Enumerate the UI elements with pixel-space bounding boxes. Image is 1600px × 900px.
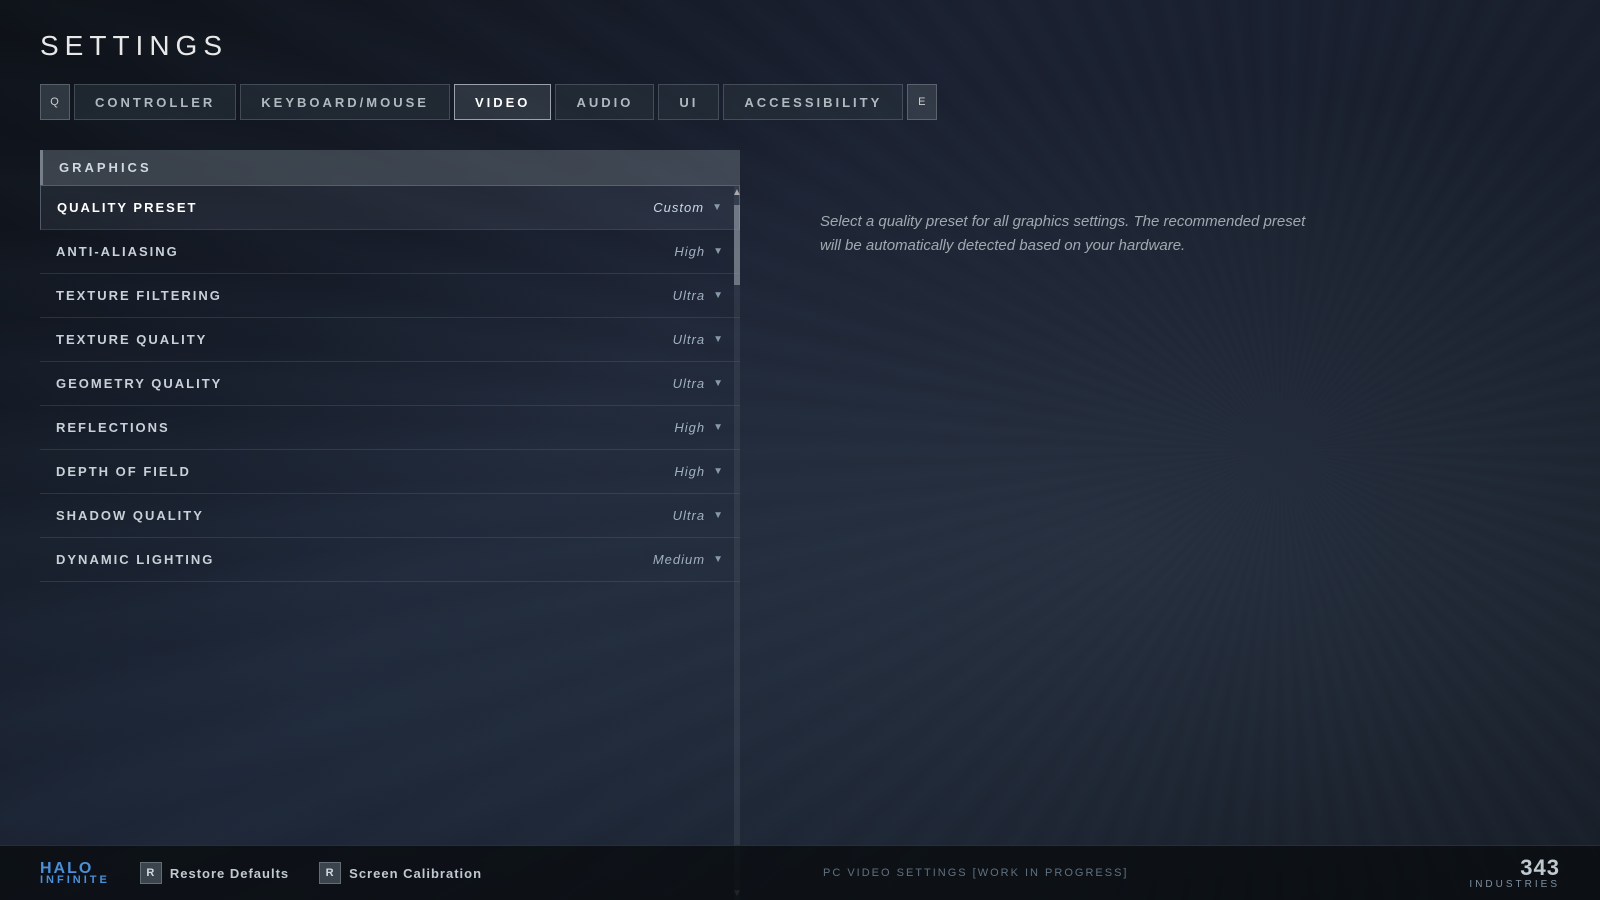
studio-sub: INDUSTRIES — [1469, 879, 1560, 890]
quality-preset-label: QUALITY PRESET — [57, 200, 197, 215]
restore-label: Restore Defaults — [170, 866, 289, 881]
texture-quality-value: Ultra ▼ — [673, 332, 724, 347]
shadow-quality-arrow: ▼ — [713, 510, 724, 521]
halo-logo-line2: INFINITE — [40, 875, 110, 886]
bottom-bar: HALO INFINITE R Restore Defaults R Scree… — [0, 845, 1600, 900]
scroll-up-arrow[interactable]: ▲ — [730, 185, 740, 199]
depth-of-field-value: High ▼ — [674, 464, 724, 479]
dynamic-lighting-value: Medium ▼ — [653, 552, 724, 567]
setting-reflections[interactable]: REFLECTIONS High ▼ — [40, 406, 740, 450]
bottom-actions: R Restore Defaults R Screen Calibration — [140, 862, 482, 884]
screen-calibration-action[interactable]: R Screen Calibration — [319, 862, 482, 884]
texture-filtering-value: Ultra ▼ — [673, 288, 724, 303]
dynamic-lighting-label: DYNAMIC LIGHTING — [56, 552, 214, 567]
bottom-left: HALO INFINITE R Restore Defaults R Scree… — [40, 861, 482, 886]
shadow-quality-value: Ultra ▼ — [673, 508, 724, 523]
description-panel: Select a quality preset for all graphics… — [800, 150, 1560, 900]
graphics-header: GRAPHICS — [40, 150, 740, 185]
texture-filtering-label: TEXTURE FILTERING — [56, 288, 222, 303]
quality-preset-arrow: ▼ — [712, 202, 723, 213]
anti-aliasing-value: High ▼ — [674, 244, 724, 259]
tab-audio[interactable]: AUDIO — [555, 84, 654, 120]
bottom-right: 343 INDUSTRIES — [1469, 857, 1560, 890]
description-text: Select a quality preset for all graphics… — [820, 210, 1320, 258]
quality-preset-value: Custom ▼ — [653, 200, 723, 215]
shadow-quality-label: SHADOW QUALITY — [56, 508, 204, 523]
tab-nav-right[interactable]: E — [907, 84, 937, 120]
depth-of-field-arrow: ▼ — [713, 466, 724, 477]
setting-anti-aliasing[interactable]: ANTI-ALIASING High ▼ — [40, 230, 740, 274]
dynamic-lighting-arrow: ▼ — [713, 554, 724, 565]
reflections-value: High ▼ — [674, 420, 724, 435]
anti-aliasing-arrow: ▼ — [713, 246, 724, 257]
tab-keyboard[interactable]: KEYBOARD/MOUSE — [240, 84, 450, 120]
tab-ui[interactable]: UI — [658, 84, 719, 120]
setting-dynamic-lighting[interactable]: DYNAMIC LIGHTING Medium ▼ — [40, 538, 740, 582]
scroll-track[interactable]: ▲ ▼ — [734, 185, 740, 900]
tab-controller[interactable]: CONTROLLER — [74, 84, 236, 120]
tab-video[interactable]: VIDEO — [454, 84, 551, 120]
geometry-quality-value: Ultra ▼ — [673, 376, 724, 391]
reflections-arrow: ▼ — [713, 422, 724, 433]
tabs-bar: Q CONTROLLER KEYBOARD/MOUSE VIDEO AUDIO … — [40, 84, 1560, 120]
bottom-center-text: PC VIDEO SETTINGS [WORK IN PROGRESS] — [823, 867, 1128, 879]
content-area: GRAPHICS QUALITY PRESET Custom ▼ ANTI-AL… — [40, 150, 1560, 900]
restore-key: R — [140, 862, 162, 884]
setting-texture-filtering[interactable]: TEXTURE FILTERING Ultra ▼ — [40, 274, 740, 318]
setting-texture-quality[interactable]: TEXTURE QUALITY Ultra ▼ — [40, 318, 740, 362]
studio-number: 343 — [1469, 857, 1560, 879]
texture-quality-arrow: ▼ — [713, 334, 724, 345]
texture-filtering-arrow: ▼ — [713, 290, 724, 301]
settings-panel: GRAPHICS QUALITY PRESET Custom ▼ ANTI-AL… — [40, 150, 740, 900]
tab-accessibility[interactable]: ACCESSIBILITY — [723, 84, 903, 120]
setting-shadow-quality[interactable]: SHADOW QUALITY Ultra ▼ — [40, 494, 740, 538]
setting-geometry-quality[interactable]: GEOMETRY QUALITY Ultra ▼ — [40, 362, 740, 406]
geometry-quality-label: GEOMETRY QUALITY — [56, 376, 222, 391]
scrollable-list[interactable]: QUALITY PRESET Custom ▼ ANTI-ALIASING Hi… — [40, 185, 740, 900]
depth-of-field-label: DEPTH OF FIELD — [56, 464, 191, 479]
studio-logo: 343 INDUSTRIES — [1469, 857, 1560, 890]
anti-aliasing-label: ANTI-ALIASING — [56, 244, 179, 259]
geometry-quality-arrow: ▼ — [713, 378, 724, 389]
page-title: SETTINGS — [40, 30, 1560, 62]
halo-logo: HALO INFINITE — [40, 861, 110, 886]
tab-nav-left[interactable]: Q — [40, 84, 70, 120]
restore-defaults-action[interactable]: R Restore Defaults — [140, 862, 289, 884]
scroll-thumb[interactable] — [734, 205, 740, 285]
setting-depth-of-field[interactable]: DEPTH OF FIELD High ▼ — [40, 450, 740, 494]
reflections-label: REFLECTIONS — [56, 420, 170, 435]
setting-quality-preset[interactable]: QUALITY PRESET Custom ▼ — [40, 185, 740, 230]
settings-list: QUALITY PRESET Custom ▼ ANTI-ALIASING Hi… — [40, 185, 740, 582]
calibration-label: Screen Calibration — [349, 866, 482, 881]
texture-quality-label: TEXTURE QUALITY — [56, 332, 207, 347]
calibration-key: R — [319, 862, 341, 884]
